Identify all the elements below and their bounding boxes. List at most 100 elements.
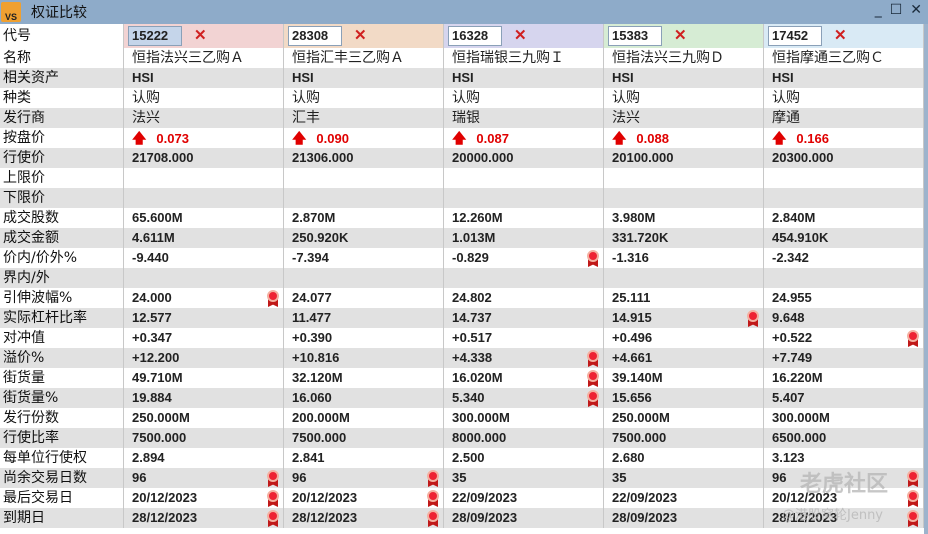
table-cell: 3.980M [604,208,764,228]
table-cell: 恒指瑞银三九购Ｉ [444,48,604,68]
table-cell: 16.020M [444,368,604,388]
cell-value: 28/12/2023 [292,510,358,525]
remove-icon[interactable]: ✕ [514,26,527,46]
cell-value: 22/09/2023 [452,490,518,505]
cell-value: 20100.000 [612,150,674,165]
table-cell: 7500.000 [604,428,764,448]
cell-value: 16.220M [772,370,823,385]
table-cell: 3.123 [764,448,924,468]
table-row: 街货量 49.710M 32.120M 16.020M 39.140M 16.220M [0,368,924,388]
row-label: 相关资产 [0,68,124,88]
award-ribbon-icon [586,390,600,407]
table-cell: 200.000M [284,408,444,428]
remove-icon[interactable]: ✕ [354,26,367,46]
cell-value: +4.338 [452,350,493,365]
remove-icon[interactable]: ✕ [674,26,687,46]
cell-value: 39.140M [612,370,663,385]
table-cell: -0.829 [444,248,604,268]
code-input[interactable]: 28308 [288,26,342,46]
row-label: 每单位行使权 [0,448,124,468]
minimize-icon[interactable]: _ [875,2,882,18]
table-cell: 5.340 [444,388,604,408]
cell-value: 15.656 [612,390,652,405]
table-cell: 28/12/2023 [764,508,924,528]
table-cell: 20/12/2023 [284,488,444,508]
cell-value: 21708.000 [132,150,194,165]
table-cell [124,168,284,188]
table-cell: 认购 [444,88,604,108]
table-cell: 16.060 [284,388,444,408]
table-cell: 15.656 [604,388,764,408]
arrow-up-icon: 🡅 [772,130,787,146]
row-label: 下限价 [0,188,124,208]
award-ribbon-icon [906,490,920,507]
price-value: 0.073 [156,131,189,146]
cell-value: 300.000M [772,410,830,425]
title-bar: VS 权证比较 _ ☐ ✕ [0,0,928,24]
table-cell: 7500.000 [284,428,444,448]
remove-icon[interactable]: ✕ [834,26,847,46]
cell-value: +12.200 [132,350,180,365]
cell-value: 3.123 [772,450,805,465]
table-row: 界内/外 [0,268,924,288]
cell-value: +7.749 [772,350,813,365]
code-input[interactable]: 16328 [448,26,502,46]
table-cell: 2.840M [764,208,924,228]
table-cell: 认购 [124,88,284,108]
close-icon[interactable]: ✕ [910,2,922,18]
table-cell [124,268,284,288]
table-cell: HSI [284,68,444,88]
table-cell: 认购 [604,88,764,108]
code-input[interactable]: 15383 [608,26,662,46]
table-cell: 24.000 [124,288,284,308]
table-cell: 96 [124,468,284,488]
table-cell: +7.749 [764,348,924,368]
cell-value: 96 [292,470,307,485]
cell-value: 2.680 [612,450,645,465]
arrow-up-icon: 🡅 [132,130,147,146]
table-cell: 9.648 [764,308,924,328]
cell-value: HSI [292,70,314,85]
code-input[interactable]: 17452 [768,26,822,46]
cell-value: 200.000M [292,410,350,425]
row-label: 尚余交易日数 [0,468,124,488]
maximize-icon[interactable]: ☐ [890,2,903,18]
award-ribbon-icon [426,510,440,527]
cell-value: 16.060 [292,390,332,405]
row-label: 街货量 [0,368,124,388]
cell-value: +4.661 [612,350,653,365]
cell-value: 250.920K [292,230,349,245]
cell-value: 14.915 [612,310,652,325]
table-cell: 5.407 [764,388,924,408]
cell-value: 28/12/2023 [772,510,838,525]
row-label: 行使比率 [0,428,124,448]
table-row: 溢价% +12.200 +10.816 +4.338 +4.661 +7.749 [0,348,924,368]
window-border [924,24,928,534]
cell-value: 22/09/2023 [612,490,678,505]
cell-value: 96 [772,470,787,485]
cell-value: 24.955 [772,290,812,305]
table-cell: 汇丰 [284,108,444,128]
table-row: 名称 恒指法兴三乙购Ａ 恒指汇丰三乙购Ａ 恒指瑞银三九购Ｉ 恒指法兴三九购Ｄ 恒指摩通三乙… [0,48,924,68]
cell-value: 4.611M [132,230,175,245]
table-cell [444,188,604,208]
table-cell [604,188,764,208]
cell-value: 49.710M [132,370,183,385]
code-input[interactable]: 15222 [128,26,182,46]
table-cell: 2.500 [444,448,604,468]
table-cell: +12.200 [124,348,284,368]
table-cell: 14.915 [604,308,764,328]
cell-value: +0.496 [612,330,653,345]
row-label: 成交金额 [0,228,124,248]
table-cell: 24.955 [764,288,924,308]
award-ribbon-icon [426,490,440,507]
award-ribbon-icon [906,510,920,527]
award-ribbon-icon [266,470,280,487]
table-cell: -9.440 [124,248,284,268]
row-label: 成交股数 [0,208,124,228]
cell-value: 300.000M [452,410,510,425]
table-cell: 49.710M [124,368,284,388]
remove-icon[interactable]: ✕ [194,26,207,46]
table-cell: 21306.000 [284,148,444,168]
table-cell: HSI [124,68,284,88]
